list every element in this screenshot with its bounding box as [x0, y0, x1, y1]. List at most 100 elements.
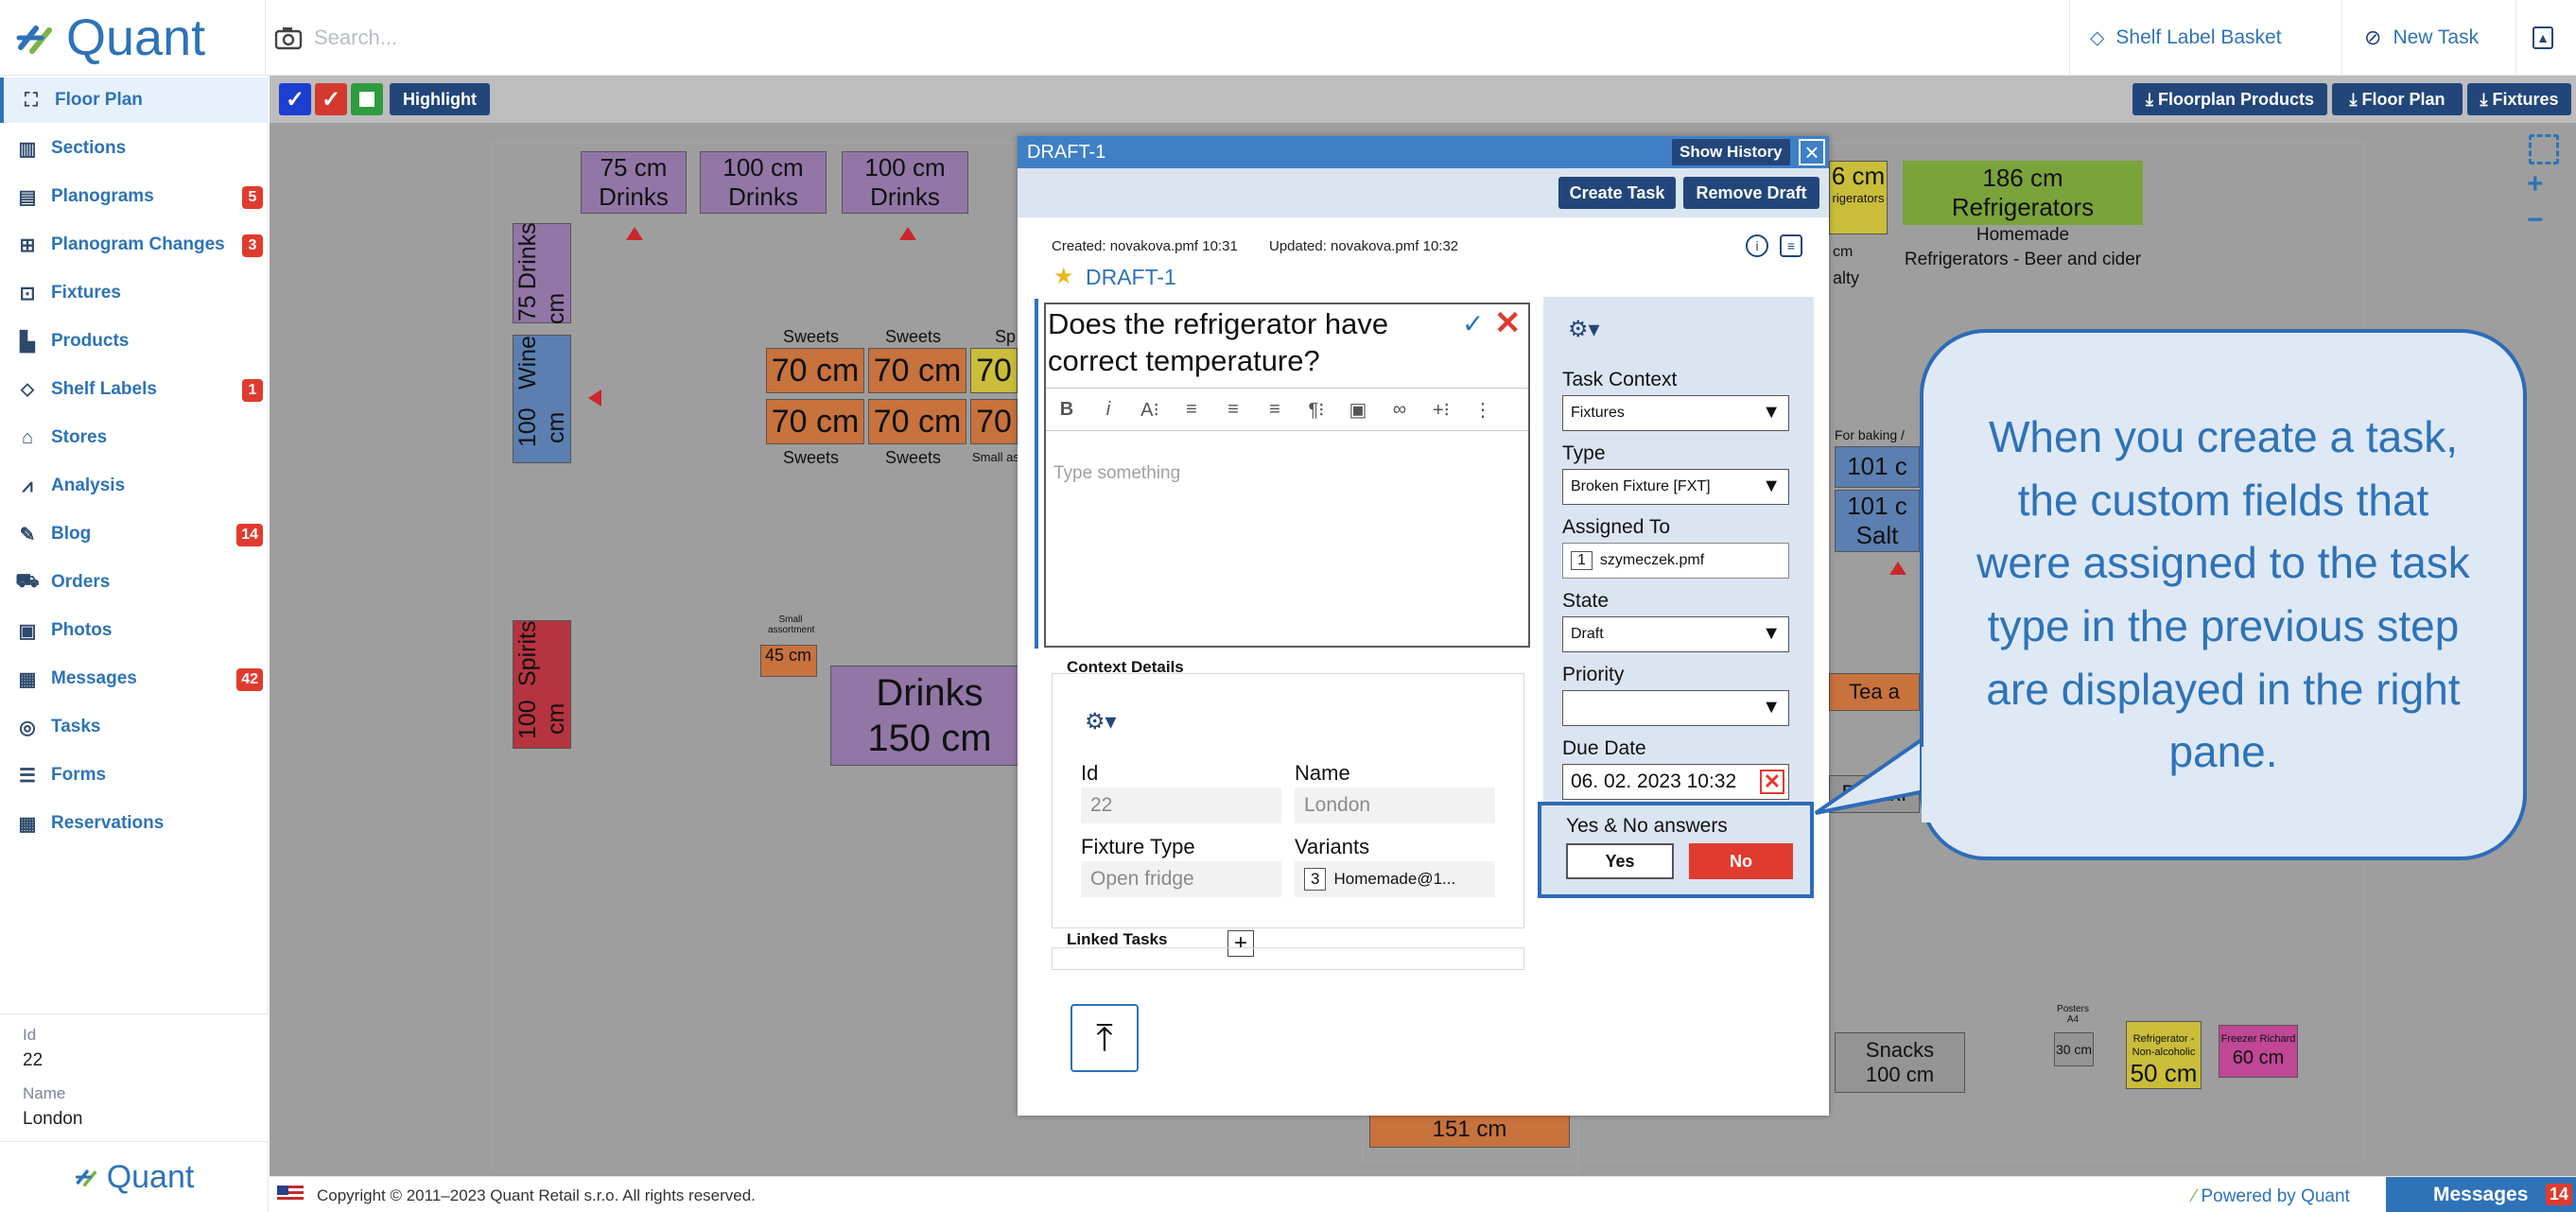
fixture-block[interactable]: 186 cm Refrigerators [1903, 161, 2143, 225]
fixture-block[interactable]: 70 [970, 399, 1018, 444]
fixture-block[interactable]: 75 cm Drinks [513, 222, 571, 324]
shelf-label-basket-button[interactable]: ⬦ Shelf Label Basket [2090, 21, 2282, 55]
fixture-block[interactable]: 30 cm [2054, 1032, 2094, 1066]
assigned-to-field[interactable]: 1 szymeczek.pmf [1562, 543, 1789, 579]
download-floor-plan-button[interactable]: ⤓ Floor Plan [2332, 83, 2463, 115]
sidebar-item-planograms[interactable]: ▤ Planograms 5 [0, 174, 269, 219]
zoom-info-icon[interactable]: i [1746, 234, 1768, 257]
yes-button[interactable]: Yes [1566, 843, 1674, 879]
more-options-icon[interactable]: ⋮ [1462, 398, 1504, 422]
task-question-input[interactable]: Does the refrigerator have correct tempe… [1048, 306, 1454, 380]
fixture-block[interactable]: 70 cm [868, 348, 966, 393]
editor-placeholder[interactable]: Type something [1053, 463, 1180, 484]
fit-screen-icon[interactable] [2529, 134, 2559, 164]
align-left-icon[interactable]: ≡ [1171, 399, 1212, 421]
close-icon[interactable]: × [1799, 138, 1825, 166]
quant-logo-icon: ⁄ [2193, 1186, 2197, 1206]
download-fixtures-button[interactable]: ⤓ Fixtures [2467, 83, 2571, 115]
cancel-x-icon[interactable]: ✕ [1494, 304, 1522, 342]
italic-icon[interactable]: i [1088, 399, 1129, 421]
fixture-block[interactable]: 45 cm [760, 645, 817, 677]
sidebar-item-floor-plan[interactable]: ⛶ Floor Plan [0, 78, 269, 123]
fixture-block[interactable]: 100 cm Spirits [513, 620, 571, 749]
due-date-input[interactable]: 06. 02. 2023 10:32 ✕ [1562, 764, 1789, 800]
gear-icon[interactable]: ⚙▾ [1568, 316, 1600, 343]
fixture-block[interactable]: 70 cm [766, 348, 864, 393]
new-task-button[interactable]: ⊘ New Task [2364, 21, 2479, 55]
comments-icon[interactable]: ≡ [1780, 234, 1802, 257]
sidebar-item-tasks[interactable]: ◎ Tasks [0, 704, 269, 750]
create-task-button[interactable]: Create Task [1558, 177, 1676, 209]
powered-by-link[interactable]: ⁄ Powered by Quant [2193, 1186, 2350, 1207]
task-description-editor[interactable]: Does the refrigerator have correct tempe… [1044, 303, 1530, 648]
fixture-block[interactable]: 70 cm [766, 399, 864, 444]
state-select[interactable]: Draft ▼ [1562, 616, 1789, 652]
confirm-check-icon[interactable]: ✓ [1462, 308, 1484, 339]
sidebar-item-shelf-labels[interactable]: ⬦ Shelf Labels 1 [0, 367, 269, 412]
font-size-icon[interactable]: A⁝ [1129, 398, 1171, 422]
fixture-block[interactable]: 70 cm [868, 399, 966, 444]
fixture-block[interactable]: 100 cm Drinks [700, 151, 827, 214]
insert-icon[interactable]: +⁝ [1420, 398, 1462, 422]
star-icon[interactable]: ★ [1053, 263, 1074, 290]
paragraph-icon[interactable]: ¶⁝ [1296, 398, 1337, 422]
sidebar-item-forms[interactable]: ☰ Forms [0, 753, 269, 798]
checkbox-blue-icon[interactable]: ✓ [279, 83, 311, 115]
sidebar-item-fixtures[interactable]: ⊡ Fixtures [0, 270, 269, 316]
zoom-out-button[interactable]: − [2527, 204, 2544, 236]
us-flag-icon[interactable] [277, 1186, 304, 1203]
align-right-icon[interactable]: ≡ [1254, 399, 1296, 421]
link-icon[interactable]: ∞ [1379, 399, 1420, 421]
fixture-block[interactable]: Drinks 150 cm [830, 666, 1029, 766]
search-input[interactable]: Search... [314, 26, 397, 50]
checkbox-red-icon[interactable]: ✓ [315, 83, 347, 115]
app-logo[interactable]: Quant [15, 9, 205, 66]
checkbox-green-icon[interactable] [351, 83, 383, 115]
zoom-in-button[interactable]: + [2527, 168, 2544, 200]
variants-value[interactable]: 3 Homemade@1... [1295, 861, 1495, 897]
sidebar-item-planogram-changes[interactable]: ⊞ Planogram Changes 3 [0, 222, 269, 268]
show-history-button[interactable]: Show History [1672, 139, 1790, 165]
camera-icon[interactable] [274, 26, 303, 50]
fixture-block[interactable]: 75 cm Drinks [581, 151, 687, 214]
fixture-block[interactable]: 100 cm Drinks [842, 151, 968, 214]
type-select[interactable]: Broken Fixture [FXT] ▼ [1562, 469, 1789, 505]
sidebar-item-messages[interactable]: ▦ Messages 42 [0, 656, 269, 701]
no-button[interactable]: No [1689, 843, 1793, 879]
sidebar-item-orders[interactable]: ⛟ Orders [0, 560, 269, 605]
blog-icon: ✎ [19, 524, 36, 545]
assigned-count: 1 [1571, 551, 1593, 570]
fixture-block[interactable]: 70 [970, 348, 1018, 393]
fixture-block[interactable]: 6 cm rigerators [1829, 161, 1888, 234]
remove-draft-button[interactable]: Remove Draft [1683, 177, 1819, 209]
fixture-block[interactable]: Refrigerator - Non-alcoholic 50 cm [2126, 1021, 2202, 1089]
fixture-block[interactable]: 101 c [1835, 446, 1920, 488]
priority-select[interactable]: ▼ [1562, 690, 1789, 726]
messages-button[interactable]: Messages 14 [2386, 1177, 2576, 1212]
sidebar-item-blog[interactable]: ✎ Blog 14 [0, 511, 269, 557]
image-icon[interactable]: ▣ [1337, 398, 1379, 422]
highlight-button[interactable]: Highlight [390, 83, 490, 115]
scroll-to-top-button[interactable]: ⤒ [1070, 1004, 1139, 1072]
fixture-block[interactable]: 151 cm [1369, 1112, 1570, 1148]
sidebar-item-products[interactable]: ▙ Products [0, 319, 269, 364]
sidebar-item-analysis[interactable]: ⩘ Analysis [0, 463, 269, 509]
fixture-block[interactable]: Tea a [1829, 673, 1920, 711]
download-floorplan-products-button[interactable]: ⤓ Floorplan Products [2132, 83, 2327, 115]
fixture-block[interactable]: 100 cm Wine [513, 335, 571, 463]
sidebar-item-reservations[interactable]: ▦ Reservations [0, 801, 269, 846]
sidebar-item-stores[interactable]: ⌂ Stores [0, 415, 269, 460]
fixture-block[interactable]: Snacks 100 cm [1835, 1032, 1965, 1093]
context-id-value: 22 [1081, 788, 1281, 823]
user-icon[interactable]: ▲ [2532, 26, 2553, 49]
task-context-select[interactable]: Fixtures ▼ [1562, 395, 1789, 431]
gear-icon[interactable]: ⚙▾ [1085, 708, 1117, 736]
align-center-icon[interactable]: ≡ [1212, 399, 1254, 421]
search-box[interactable]: Search... [274, 17, 397, 59]
sidebar-item-photos[interactable]: ▣ Photos [0, 608, 269, 653]
bold-icon[interactable]: B [1046, 399, 1088, 421]
fixture-block[interactable]: Freezer Richard 60 cm [2219, 1025, 2298, 1078]
sidebar-item-sections[interactable]: ▥ Sections [0, 126, 269, 171]
clear-date-icon[interactable]: ✕ [1760, 770, 1784, 794]
fixture-block[interactable]: 101 c Salt [1835, 490, 1920, 552]
